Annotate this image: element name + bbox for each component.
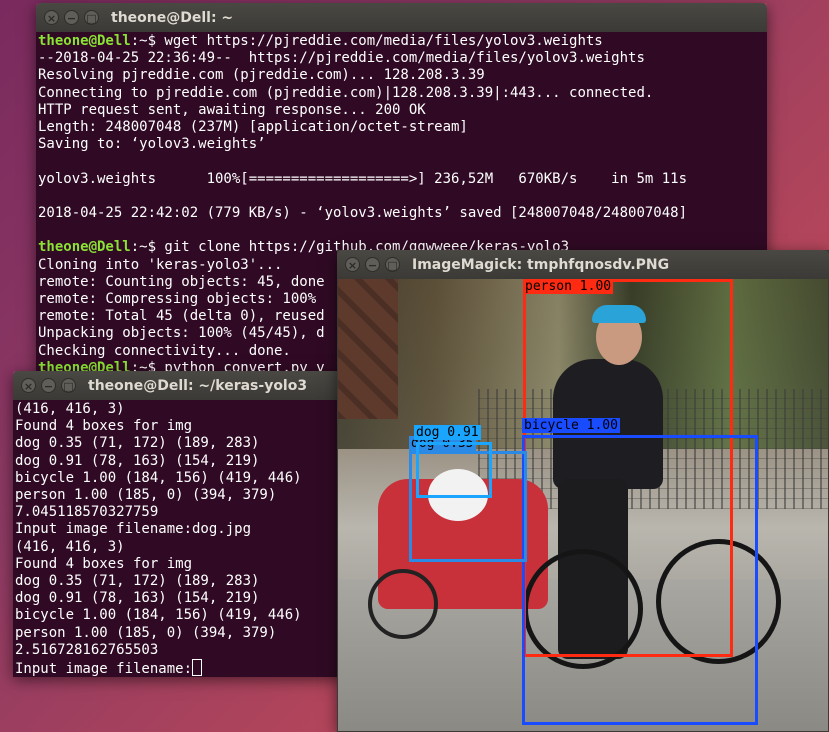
terminal-line: Input image filename:dog.jpg: [15, 521, 252, 538]
terminal-line: dog 0.91 (78, 163) (154, 219): [15, 590, 260, 607]
close-icon[interactable]: ×: [21, 378, 36, 393]
dog-label-high: dog 0.91: [414, 425, 481, 440]
input-prompt-line[interactable]: Input image filename:: [15, 659, 344, 677]
titlebar[interactable]: × − □ theone@Dell: ~/keras-yolo3: [13, 371, 344, 400]
titlebar[interactable]: × − □ theone@Dell: ~: [36, 3, 767, 32]
prompt: theone@Dell: [38, 33, 131, 49]
maximize-icon[interactable]: □: [385, 257, 400, 272]
terminal-line: theone@Dell:~$ wget https://pjreddie.com…: [38, 33, 767, 50]
terminal-line: person 1.00 (185, 0) (394, 379): [15, 624, 277, 641]
terminal-line: bicycle 1.00 (184, 156) (419, 446): [15, 607, 302, 624]
terminal-line: Found 4 boxes for img: [15, 418, 193, 435]
terminal-line: Length: 248007048 (237M) [application/oc…: [38, 119, 468, 136]
terminal-output[interactable]: (416, 416, 3) Found 4 boxes for img dog 0.…: [13, 400, 344, 677]
minimize-icon[interactable]: −: [64, 10, 79, 25]
input-prompt: Input image filename:: [15, 661, 193, 677]
close-icon[interactable]: ×: [44, 10, 59, 25]
terminal-line: (416, 416, 3): [15, 401, 125, 417]
prompt: theone@Dell: [38, 239, 131, 256]
terminal-line: Saving to: ‘yolov3.weights’: [38, 136, 266, 153]
bicycle-label: bicycle 1.00: [522, 418, 620, 433]
window-title: theone@Dell: ~/keras-yolo3: [88, 377, 308, 394]
terminal-line: dog 0.35 (71, 172) (189, 283): [15, 435, 260, 452]
window-title: theone@Dell: ~: [111, 9, 234, 26]
terminal-line: --2018-04-25 22:36:49-- https://pjreddie…: [38, 50, 645, 67]
dog-box-high: [416, 442, 492, 498]
bridge-beam: [338, 279, 398, 419]
terminal-line: 2.516728162765503: [15, 641, 159, 658]
trailer-wheel: [368, 569, 438, 639]
bicycle-box: [522, 435, 758, 725]
command-text: :~$ wget https://pjreddie.com/media/file…: [130, 33, 603, 49]
terminal-line: person 1.00 (185, 0) (394, 379): [15, 487, 277, 504]
imagemagick-window[interactable]: × − □ ImageMagick: tmphfqnosdv.PNG perso…: [337, 250, 829, 732]
maximize-icon[interactable]: □: [84, 10, 99, 25]
minimize-icon[interactable]: −: [365, 257, 380, 272]
cursor[interactable]: [192, 659, 203, 677]
terminal-line: HTTP request sent, awaiting response... …: [38, 101, 426, 118]
detection-image: person 1.00 bicycle 1.00 dog 0.35 dog 0.…: [338, 279, 828, 731]
maximize-icon[interactable]: □: [61, 378, 76, 393]
terminal-line: dog 0.35 (71, 172) (189, 283): [15, 573, 260, 590]
terminal-line: (416, 416, 3): [15, 538, 125, 555]
terminal-line: dog 0.91 (78, 163) (154, 219): [15, 452, 260, 469]
terminal-line: Resolving pjreddie.com (pjreddie.com)...…: [38, 67, 485, 84]
terminal-line: bicycle 1.00 (184, 156) (419, 446): [15, 469, 302, 486]
window-title: ImageMagick: tmphfqnosdv.PNG: [412, 256, 670, 273]
terminal-line: Found 4 boxes for img: [15, 555, 193, 572]
person-label: person 1.00: [523, 279, 614, 294]
terminal-line: Connecting to pjreddie.com (pjreddie.com…: [38, 84, 654, 101]
close-icon[interactable]: ×: [345, 257, 360, 272]
terminal-line: 2018-04-25 22:42:02 (779 KB/s) - ‘yolov3…: [38, 205, 688, 222]
terminal-line: 7.045118570327759: [15, 504, 159, 521]
terminal-window-keras[interactable]: × − □ theone@Dell: ~/keras-yolo3 (416, 4…: [13, 371, 344, 677]
minimize-icon[interactable]: −: [41, 378, 56, 393]
terminal-line: yolov3.weights 100%[===================>…: [38, 170, 688, 187]
titlebar[interactable]: × − □ ImageMagick: tmphfqnosdv.PNG: [337, 250, 829, 279]
